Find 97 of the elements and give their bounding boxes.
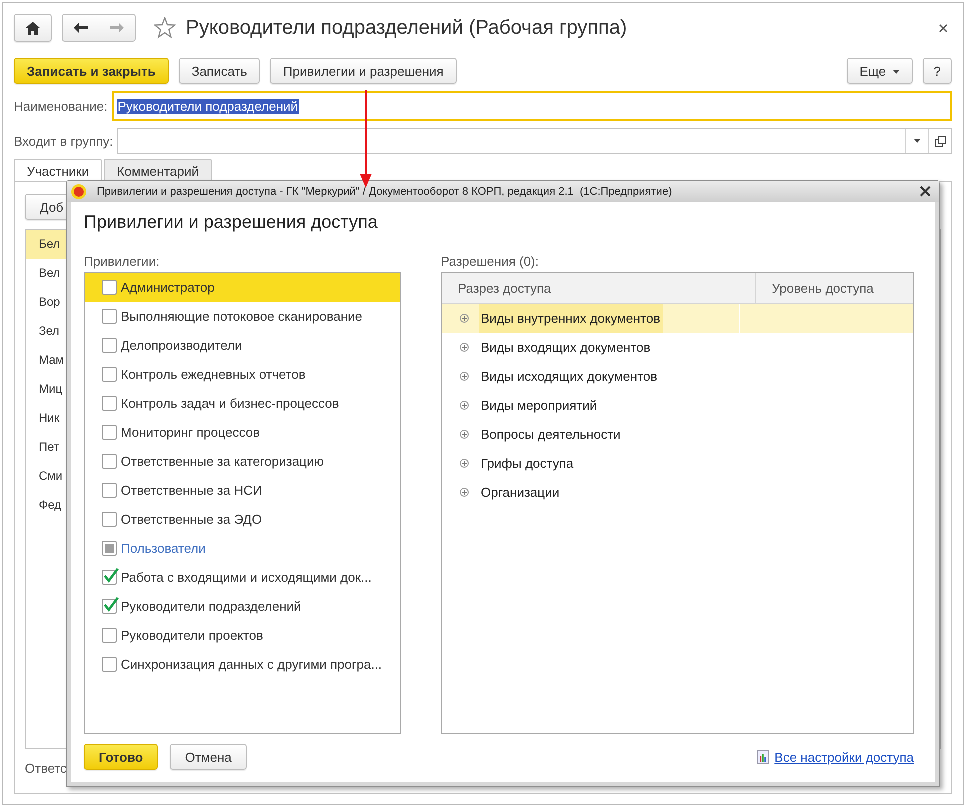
permission-label: Виды входящих документов (480, 339, 652, 357)
privilege-label: Ответственные за ЭДО (121, 512, 262, 527)
privilege-label: Контроль задач и бизнес-процессов (121, 396, 340, 411)
report-icon (756, 750, 769, 764)
checkbox[interactable] (102, 599, 117, 614)
privilege-row[interactable]: Выполняющие потоковое сканирование (85, 302, 400, 331)
privilege-label: Руководители подразделений (121, 599, 302, 614)
privilege-label: Ответственные за категоризацию (121, 454, 324, 469)
privilege-row[interactable]: Администратор (85, 273, 400, 302)
help-button[interactable]: ? (922, 58, 952, 84)
privilege-label: Работа с входящими и исходящими док... (121, 570, 372, 585)
permission-row[interactable]: Виды входящих документов (442, 333, 913, 362)
privilege-row[interactable]: Руководители подразделений (85, 592, 400, 621)
permission-label: Организации (480, 484, 561, 502)
checkbox[interactable] (102, 628, 117, 643)
checkbox[interactable] (102, 425, 117, 440)
privilege-label: Контроль ежедневных отчетов (121, 367, 306, 382)
star-icon[interactable] (154, 17, 176, 39)
permission-label: Виды внутренних документов (479, 304, 662, 333)
home-button[interactable] (14, 14, 52, 42)
expand-icon[interactable] (460, 343, 469, 352)
privilege-label: Администратор (121, 280, 215, 295)
logo-icon (71, 184, 87, 200)
privilege-label: Руководители проектов (121, 628, 264, 643)
privilege-row[interactable]: Пользователи (85, 534, 400, 563)
permission-row[interactable]: Виды мероприятий (442, 391, 913, 420)
toolbar-button[interactable]: Привилегии и разрешения (270, 58, 457, 84)
permission-label: Виды мероприятий (480, 397, 598, 415)
checkbox[interactable] (102, 396, 117, 411)
expand-icon[interactable] (460, 488, 469, 497)
toolbar-button[interactable]: Записать и закрыть (14, 58, 169, 84)
permission-row[interactable]: Вопросы деятельности (442, 420, 913, 449)
permission-label: Виды исходящих документов (480, 368, 659, 386)
privilege-row[interactable]: Мониторинг процессов (85, 418, 400, 447)
privilege-label: Ответственные за НСИ (121, 483, 262, 498)
expand-icon[interactable] (460, 372, 469, 381)
checkbox[interactable] (102, 541, 117, 556)
checkbox[interactable] (102, 512, 117, 527)
permission-row[interactable]: Виды исходящих документов (442, 362, 913, 391)
privilege-row[interactable]: Контроль ежедневных отчетов (85, 360, 400, 389)
home-icon (26, 22, 40, 34)
field-label: Наименование: (14, 98, 108, 114)
close-icon[interactable] (939, 24, 948, 32)
privilege-row[interactable]: Ответственные за НСИ (85, 476, 400, 505)
privilege-row[interactable]: Ответственные за ЭДО (85, 505, 400, 534)
close-icon[interactable] (920, 186, 931, 197)
privilege-row[interactable]: Ответственные за категоризацию (85, 447, 400, 476)
checkbox[interactable] (102, 570, 117, 585)
field-label: Ответс (25, 761, 68, 776)
privilege-label: Синхронизация данных с другими програ... (121, 657, 382, 672)
expand-icon[interactable] (460, 459, 469, 468)
checkbox[interactable] (102, 454, 117, 469)
checkbox[interactable] (102, 309, 117, 324)
checkbox[interactable] (102, 280, 117, 295)
open-icon[interactable] (934, 136, 946, 146)
privilege-row[interactable]: Руководители проектов (85, 621, 400, 650)
dialog-button[interactable]: Отмена (170, 744, 247, 770)
dialog-button[interactable]: Готово (84, 744, 158, 770)
privilege-row[interactable]: Контроль задач и бизнес-процессов (85, 389, 400, 418)
column-header[interactable]: Разрез доступа (442, 273, 756, 303)
expand-icon[interactable] (460, 314, 469, 323)
permission-row[interactable]: Виды внутренних документов (442, 304, 913, 333)
checkbox[interactable] (102, 338, 117, 353)
field-label: Входит в группу: (14, 134, 114, 148)
privilege-label: Делопроизводители (121, 338, 242, 353)
expand-icon[interactable] (460, 401, 469, 410)
tab[interactable]: Участники (14, 159, 102, 181)
permission-row[interactable]: Грифы доступа (442, 449, 913, 478)
permission-label: Вопросы деятельности (480, 426, 622, 444)
access-settings-link[interactable]: Все настройки доступа (774, 750, 914, 764)
checkbox[interactable] (102, 657, 117, 672)
section-label: Привилегии: (84, 254, 161, 271)
tab[interactable]: Комментарий (104, 159, 212, 181)
section-label: Разрешения (0): (441, 254, 540, 271)
group-field[interactable] (117, 128, 952, 154)
column-header[interactable]: Уровень доступа (756, 273, 913, 303)
permission-row[interactable]: Организации (442, 478, 913, 507)
permission-label: Грифы доступа (480, 455, 575, 473)
forward-arrow-icon (110, 23, 124, 33)
expand-icon[interactable] (460, 430, 469, 439)
dialog-heading: Привилегии и разрешения доступа (84, 212, 379, 234)
privilege-row[interactable]: Синхронизация данных с другими програ... (85, 650, 400, 679)
privilege-label: Мониторинг процессов (121, 425, 260, 440)
checkbox[interactable] (102, 483, 117, 498)
back-arrow-icon (74, 23, 88, 33)
dropdown-icon[interactable] (914, 139, 920, 143)
toolbar-button[interactable]: Записать (178, 58, 260, 84)
window-title: Руководители подразделений (Рабочая группа) (186, 16, 628, 40)
privilege-label: Пользователи (121, 541, 206, 556)
privilege-row[interactable]: Работа с входящими и исходящими док... (85, 563, 400, 592)
name-field[interactable]: Руководители подразделений (112, 91, 952, 121)
privilege-label: Выполняющие потоковое сканирование (121, 309, 363, 324)
caret-icon (892, 70, 900, 74)
more-button[interactable]: Еще (846, 58, 913, 84)
dialog-title: Привилегии и разрешения доступа - ГК "Меркурий" / Документооборот 8 КОРП, редакция 2.1 (1С:Предприятие) (97, 186, 672, 198)
privilege-row[interactable]: Делопроизводители (85, 331, 400, 360)
checkbox[interactable] (102, 367, 117, 382)
